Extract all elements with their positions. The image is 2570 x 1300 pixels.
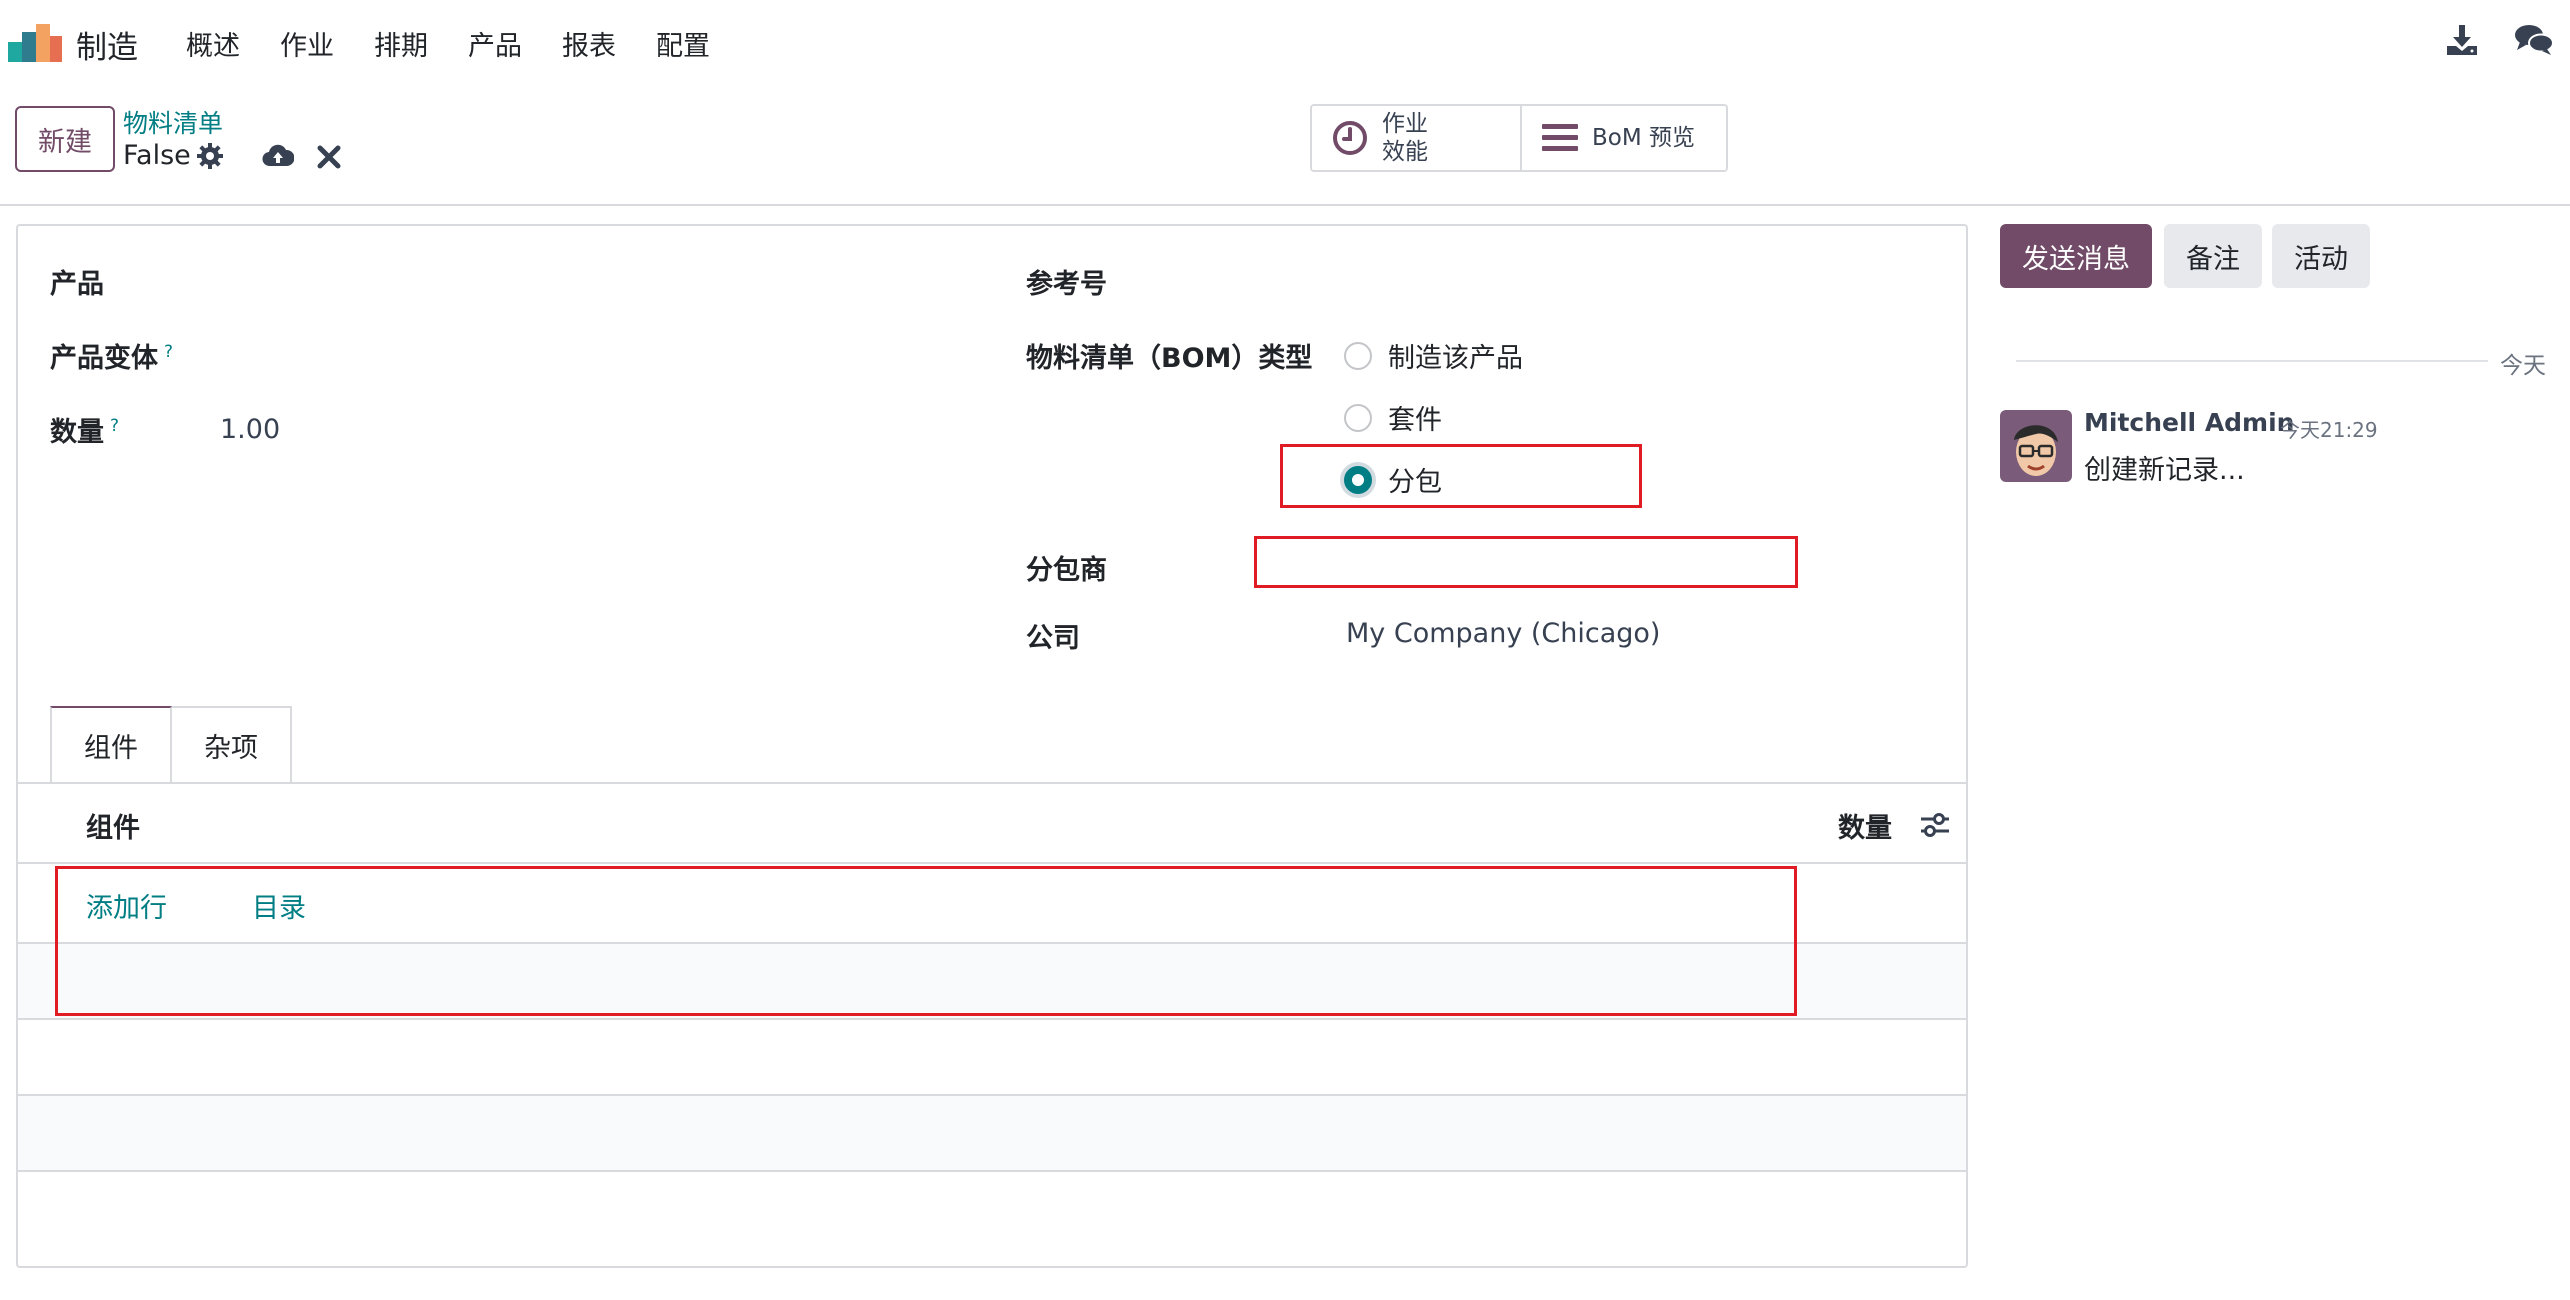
radio-button[interactable] (1344, 403, 1372, 432)
quantity-field[interactable]: 1.00 (220, 414, 280, 445)
tab-miscellaneous[interactable]: 杂项 (172, 706, 292, 782)
optional-columns-icon[interactable] (1918, 808, 1952, 842)
quantity-label: 数量? (50, 410, 119, 449)
notebook-tabs: 组件 杂项 (50, 706, 292, 782)
breadcrumb-bom[interactable]: 物料清单 (123, 104, 223, 140)
control-panel: 新建 物料清单 False 作业 效能 BoM 预览 (0, 86, 2570, 206)
send-message-button[interactable]: 发送消息 (2000, 224, 2152, 288)
highlight-box-components (55, 866, 1797, 1016)
manufacturing-app-icon[interactable] (8, 22, 62, 62)
radio-label: 套件 (1388, 405, 1442, 436)
message-time: 今天21:29 (2280, 418, 2378, 442)
highlight-box-subcontractor (1254, 536, 1798, 588)
cloud-upload-icon[interactable] (262, 142, 294, 170)
tab-components[interactable]: 组件 (50, 706, 172, 782)
product-variant-label: 产品变体? (50, 336, 173, 375)
stat-label-line1: 作业 (1382, 111, 1428, 137)
menu-planning[interactable]: 排期 (374, 24, 428, 63)
product-variant-text: 产品变体 (50, 343, 158, 374)
menu-products[interactable]: 产品 (468, 24, 522, 63)
date-separator-label: 今天 (2488, 346, 2546, 380)
message-author[interactable]: Mitchell Admin (2084, 408, 2294, 437)
list-empty-row (18, 1020, 1966, 1096)
discard-icon[interactable] (316, 144, 342, 170)
navbar-systray (2442, 20, 2554, 60)
help-tooltip-icon[interactable]: ? (110, 416, 119, 436)
reference-label: 参考号 (1026, 269, 1107, 300)
clock-icon (1333, 121, 1367, 155)
company-field[interactable]: My Company (Chicago) (1346, 618, 1660, 649)
top-navbar: 制造 概述 作业 排期 产品 报表 配置 (0, 0, 2570, 86)
list-icon (1542, 124, 1578, 151)
chat-icon[interactable] (2514, 20, 2554, 60)
bom-type-kit-option[interactable]: 套件 (1344, 398, 1442, 437)
bom-type-label: 物料清单（BOM）类型 (1026, 343, 1313, 374)
operations-performance-button[interactable]: 作业 效能 (1312, 106, 1520, 170)
record-name: False (123, 140, 191, 171)
bom-overview-button[interactable]: BoM 预览 (1520, 106, 1726, 170)
log-note-button[interactable]: 备注 (2164, 224, 2262, 288)
avatar[interactable] (2000, 410, 2072, 482)
main-menu: 概述 作业 排期 产品 报表 配置 (186, 24, 750, 63)
bom-overview-label: BoM 预览 (1592, 125, 1696, 151)
new-button[interactable]: 新建 (15, 106, 115, 172)
gear-icon[interactable] (196, 142, 224, 170)
bom-type-manufacture-option[interactable]: 制造该产品 (1344, 336, 1523, 375)
activity-button[interactable]: 活动 (2272, 224, 2370, 288)
components-list-header: 组件 数量 (18, 784, 1966, 864)
company-label: 公司 (1026, 623, 1080, 654)
date-separator-line (2016, 360, 2506, 362)
column-quantity[interactable]: 数量 (1838, 806, 1892, 845)
download-icon[interactable] (2442, 20, 2482, 60)
form-sheet: 产品 产品变体? 数量? 1.00 参考号 物料清单（BOM）类型 制造该产品 … (16, 224, 1968, 1268)
stat-buttons: 作业 效能 BoM 预览 (1310, 104, 1728, 172)
column-component[interactable]: 组件 (86, 806, 140, 845)
menu-configuration[interactable]: 配置 (656, 24, 710, 63)
highlight-box-subcontracting (1280, 444, 1642, 508)
quantity-text: 数量 (50, 417, 104, 448)
radio-button[interactable] (1344, 341, 1372, 370)
radio-label: 制造该产品 (1388, 343, 1523, 374)
menu-operations[interactable]: 作业 (280, 24, 334, 63)
stat-label-line2: 效能 (1382, 139, 1428, 165)
list-empty-row (18, 1096, 1966, 1172)
app-name[interactable]: 制造 (76, 22, 138, 67)
message-body: 创建新记录... (2084, 455, 2245, 486)
menu-overview[interactable]: 概述 (186, 24, 240, 63)
subcontractor-label: 分包商 (1026, 555, 1107, 586)
product-label: 产品 (50, 269, 104, 300)
menu-reporting[interactable]: 报表 (562, 24, 616, 63)
help-tooltip-icon[interactable]: ? (164, 342, 173, 362)
